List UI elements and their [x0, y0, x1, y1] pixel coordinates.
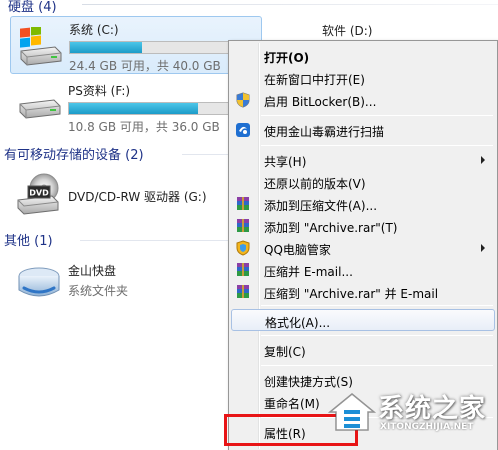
- watermark: 系统之家 XITONGZHIJIA.NET: [320, 384, 498, 450]
- menu-item-copy[interactable]: 复制(C): [231, 339, 495, 361]
- cloud-drive-icon: [16, 264, 62, 302]
- drive-f-name: PS资料 (F:): [68, 84, 131, 98]
- watermark-url: XITONGZHIJIA.NET: [380, 422, 474, 432]
- menu-item-label: QQ电脑管家: [264, 243, 331, 257]
- menu-item-format[interactable]: 格式化(A)...: [231, 309, 495, 331]
- menu-separator: [261, 335, 493, 336]
- menu-item-label: 在新窗口中打开(E): [264, 73, 365, 87]
- menu-separator: [261, 115, 493, 116]
- menu-item-label: 添加到压缩文件(A)...: [264, 199, 378, 213]
- menu-item-compress-rar-email[interactable]: 压缩到 "Archive.rar" 并 E-mail: [231, 281, 495, 303]
- drive-g-name: DVD/CD-RW 驱动器 (G:): [68, 190, 207, 204]
- menu-item-label: 复制(C): [264, 345, 306, 359]
- menu-item-qq-manager[interactable]: QQ电脑管家: [231, 237, 495, 259]
- menu-item-label: 压缩并 E-mail...: [264, 265, 353, 279]
- dvd-drive-icon: DVD: [14, 172, 62, 222]
- drive-f-usage-bar: [68, 102, 254, 115]
- drive-f[interactable]: PS资料 (F:) 10.8 GB 可用，共 36.0 GB: [10, 78, 262, 136]
- menu-item-restore[interactable]: 还原以前的版本(V): [231, 171, 495, 193]
- menu-item-label: 格式化(A)...: [265, 316, 331, 330]
- menu-item-label: 打开(O): [264, 51, 310, 65]
- hard-drive-icon: [16, 90, 62, 126]
- menu-item-label: 重命名(M): [264, 397, 320, 411]
- other-title: 其他 (1): [4, 234, 53, 249]
- menu-item-add-archive-rar[interactable]: 添加到 "Archive.rar"(T): [231, 215, 495, 237]
- dvd-logo-text: DVD: [29, 189, 49, 198]
- drive-c-name: 系统 (C:): [69, 23, 119, 37]
- house-logo-icon: [327, 393, 377, 431]
- drive-c[interactable]: 系统 (C:) 24.4 GB 可用，共 40.0 GB: [10, 16, 262, 74]
- menu-item-share[interactable]: 共享(H): [231, 149, 495, 171]
- menu-item-compress-email[interactable]: 压缩并 E-mail...: [231, 259, 495, 281]
- menu-item-label: 共享(H): [264, 155, 307, 169]
- submenu-arrow-icon: [481, 244, 485, 252]
- drive-f-info: 10.8 GB 可用，共 36.0 GB: [68, 120, 220, 134]
- drive-c-info: 24.4 GB 可用，共 40.0 GB: [69, 59, 221, 73]
- drive-d-name: 软件 (D:): [322, 24, 373, 38]
- menu-item-scan[interactable]: 使用金山毒霸进行扫描: [231, 119, 495, 141]
- section-divider: [182, 154, 230, 155]
- watermark-title: 系统之家: [378, 394, 487, 424]
- menu-item-open-new-window[interactable]: 在新窗口中打开(E): [231, 67, 495, 89]
- drive-g[interactable]: DVD DVD/CD-RW 驱动器 (G:): [10, 168, 230, 226]
- removable-title: 有可移动存储的设备 (2): [4, 148, 144, 163]
- qq-shield-icon: [235, 240, 251, 256]
- section-divider: [80, 240, 230, 241]
- menu-separator: [261, 365, 493, 366]
- menu-item-label: 添加到 "Archive.rar"(T): [264, 221, 398, 235]
- menu-item-label: 启用 BitLocker(B)...: [264, 95, 377, 109]
- antivirus-icon: [235, 122, 251, 138]
- menu-separator: [261, 305, 493, 306]
- submenu-arrow-icon: [481, 156, 485, 164]
- menu-item-label: 压缩到 "Archive.rar" 并 E-mail: [264, 287, 439, 301]
- section-divider: [82, 4, 498, 5]
- kuaipan-type: 系统文件夹: [68, 284, 129, 298]
- shield-icon: [235, 92, 251, 108]
- winrar-icon: [235, 218, 251, 234]
- kuaipan-name: 金山快盘: [68, 264, 117, 278]
- winrar-icon: [235, 196, 251, 212]
- menu-item-bitlocker[interactable]: 启用 BitLocker(B)...: [231, 89, 495, 111]
- winrar-icon: [235, 284, 251, 300]
- menu-item-add-archive[interactable]: 添加到压缩文件(A)...: [231, 193, 495, 215]
- menu-separator: [261, 145, 493, 146]
- menu-item-open[interactable]: 打开(O): [231, 45, 495, 67]
- hard-disks-title: 硬盘 (4): [8, 0, 57, 15]
- kuaipan-folder[interactable]: 金山快盘 系统文件夹: [10, 254, 230, 308]
- windows-drive-icon: [17, 25, 63, 69]
- menu-item-label: 还原以前的版本(V): [264, 177, 366, 191]
- winrar-icon: [235, 262, 251, 278]
- menu-item-label: 使用金山毒霸进行扫描: [264, 125, 385, 139]
